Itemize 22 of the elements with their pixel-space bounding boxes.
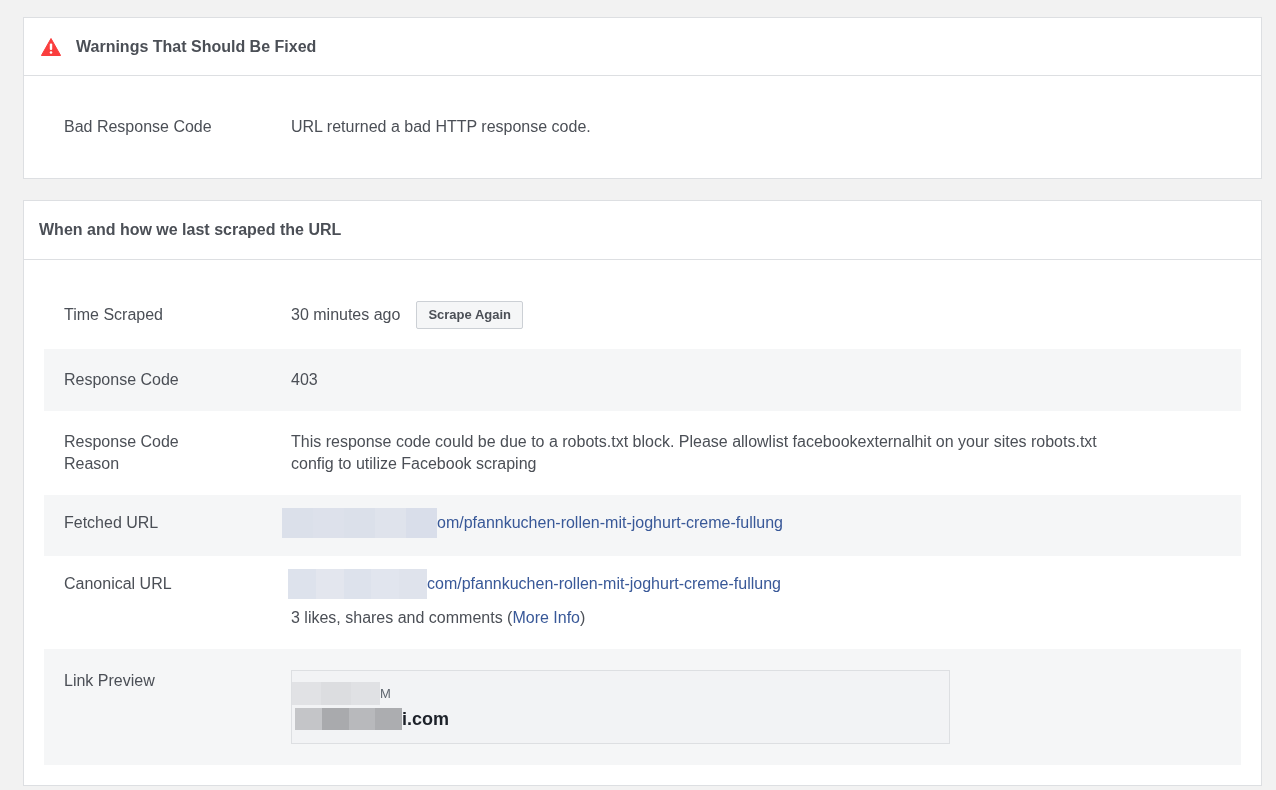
panel-title: Warnings That Should Be Fixed bbox=[76, 36, 317, 57]
row-label: Response Code Reason bbox=[64, 432, 180, 474]
more-info-link[interactable]: More Info bbox=[512, 609, 580, 626]
row-label: Fetched URL bbox=[64, 513, 160, 533]
row-label: Time Scraped bbox=[64, 305, 164, 325]
row-label: Link Preview bbox=[64, 671, 156, 691]
link-preview-card[interactable]: M i.com bbox=[291, 670, 950, 744]
engagement-text: 3 likes, shares and comments (More Info) bbox=[291, 608, 587, 628]
scrape-again-button[interactable]: Scrape Again bbox=[416, 301, 523, 329]
row-label: Response Code bbox=[64, 370, 180, 390]
row-value: 403 bbox=[291, 370, 319, 390]
row-value: 30 minutes ago bbox=[291, 305, 401, 325]
row-label: Bad Response Code bbox=[64, 117, 213, 137]
row-label: Canonical URL bbox=[64, 574, 173, 594]
url-link[interactable]: om/pfannkuchen-rollen-mit-joghurt-creme-fullung bbox=[437, 512, 783, 534]
url-link[interactable]: com/pfannkuchen-rollen-mit-joghurt-creme-fullung bbox=[427, 573, 781, 595]
panel-title: When and how we last scraped the URL bbox=[39, 220, 342, 240]
preview-caption: M bbox=[380, 685, 391, 702]
preview-domain: i.com bbox=[402, 708, 449, 730]
warning-icon bbox=[41, 37, 61, 56]
row-value: URL returned a bad HTTP response code. bbox=[291, 117, 591, 137]
row-value: This response code could be due to a robots.txt block. Please allowlist facebookexternalhit on your sites robots.txt config to utilize Facebook scraping bbox=[291, 432, 1098, 474]
